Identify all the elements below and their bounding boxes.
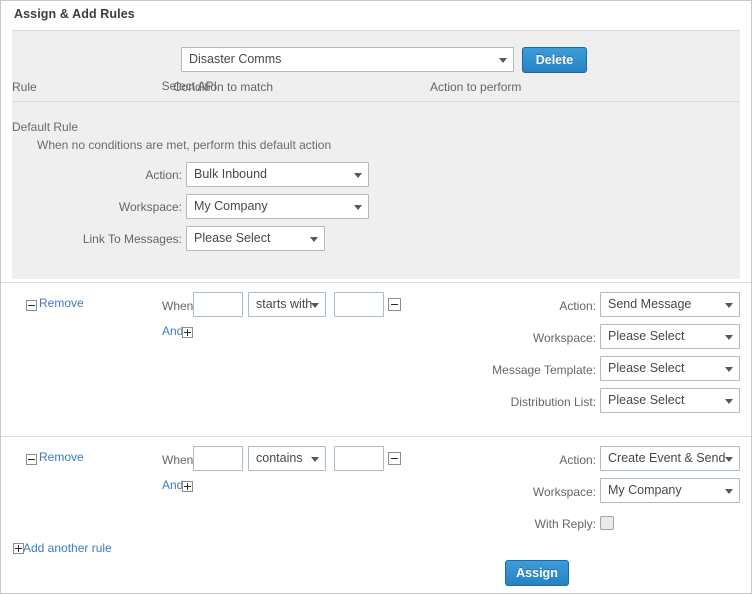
default-workspace-value: My Company (194, 199, 268, 213)
default-workspace-dropdown[interactable]: My Company (186, 194, 369, 219)
rule-2-workspace-value: My Company (608, 483, 682, 497)
rule-2-workspace-dropdown[interactable]: My Company (600, 478, 740, 503)
select-api-value: Disaster Comms (189, 52, 282, 66)
rule-2-with-reply-label: With Reply: (534, 517, 596, 531)
select-api-dropdown[interactable]: Disaster Comms (181, 47, 514, 72)
default-action-value: Bulk Inbound (194, 167, 267, 181)
page-title: Assign & Add Rules (14, 7, 135, 21)
chevron-down-icon (725, 366, 733, 372)
rule-2-action-dropdown[interactable]: Create Event & Send (600, 446, 740, 471)
rule-2-when-label: When (162, 453, 194, 467)
rule-1-operator-dropdown[interactable]: starts with (248, 292, 326, 317)
rule-row-2: Remove When contains And Action: Create … (1, 436, 751, 537)
rule-1-message-template-value: Please Select (608, 361, 685, 375)
rule-1-match-input[interactable] (334, 292, 384, 317)
delete-button[interactable]: Delete (522, 47, 587, 73)
rule-1-and-link[interactable]: And (162, 324, 183, 338)
default-link-to-messages-label: Link To Messages: (82, 232, 182, 246)
remove-condition-rule-2-icon[interactable] (388, 452, 401, 465)
rule-2-action-value: Create Event & Send (608, 451, 726, 465)
chevron-down-icon (310, 236, 318, 242)
chevron-down-icon (499, 57, 507, 63)
chevron-down-icon (725, 488, 733, 494)
default-rule-description: When no conditions are met, perform this… (37, 138, 332, 152)
remove-rule-1-link[interactable]: Remove (39, 296, 84, 310)
collapse-rule-2-icon[interactable] (26, 454, 37, 465)
rule-1-action-value: Send Message (608, 297, 692, 311)
chevron-down-icon (725, 456, 733, 462)
default-link-to-messages-dropdown[interactable]: Please Select (186, 226, 325, 251)
rule-1-action-dropdown[interactable]: Send Message (600, 292, 740, 317)
chevron-down-icon (725, 302, 733, 308)
rule-1-distribution-list-value: Please Select (608, 393, 685, 407)
rule-1-distribution-list-label: Distribution List: (510, 395, 596, 409)
rule-1-workspace-dropdown[interactable]: Please Select (600, 324, 740, 349)
remove-rule-2-link[interactable]: Remove (39, 450, 84, 464)
rule-1-operator-value: starts with (256, 297, 313, 311)
chevron-down-icon (354, 204, 362, 210)
rule-2-workspace-label: Workspace: (532, 485, 596, 499)
rule-1-workspace-label: Workspace: (532, 331, 596, 345)
add-condition-rule-1-icon[interactable] (182, 327, 193, 338)
chevron-down-icon (354, 172, 362, 178)
rule-2-operator-value: contains (256, 451, 303, 465)
default-rule-heading: Default Rule (12, 120, 79, 134)
rule-1-message-template-dropdown[interactable]: Please Select (600, 356, 740, 381)
api-and-default-rule-panel: Select API Disaster Comms Delete Rule Co… (12, 30, 740, 279)
chevron-down-icon (311, 302, 319, 308)
rule-1-message-template-label: Message Template: (492, 363, 596, 377)
remove-condition-rule-1-icon[interactable] (388, 298, 401, 311)
collapse-rule-1-icon[interactable] (26, 300, 37, 311)
rule-1-action-label: Action: (559, 299, 596, 313)
column-header-condition: Condition to match (173, 80, 274, 94)
rule-row-1: Remove When starts with And Action: Send… (1, 282, 751, 437)
rule-2-operator-dropdown[interactable]: contains (248, 446, 326, 471)
rule-2-match-input[interactable] (334, 446, 384, 471)
default-workspace-label: Workspace: (118, 200, 182, 214)
chevron-down-icon (311, 456, 319, 462)
rule-1-distribution-list-dropdown[interactable]: Please Select (600, 388, 740, 413)
rule-2-action-label: Action: (559, 453, 596, 467)
default-action-label: Action: (145, 168, 182, 182)
rule-2-field-input[interactable] (193, 446, 243, 471)
rule-2-and-link[interactable]: And (162, 478, 183, 492)
default-link-to-messages-value: Please Select (194, 231, 271, 245)
chevron-down-icon (725, 334, 733, 340)
column-header-rule: Rule (12, 80, 37, 94)
column-header-action: Action to perform (430, 80, 522, 94)
add-another-rule-link[interactable]: Add another rule (23, 541, 112, 555)
chevron-down-icon (725, 398, 733, 404)
assign-add-rules-page: Assign & Add Rules Select API Disaster C… (0, 0, 752, 594)
panel-divider (12, 101, 740, 102)
rule-1-workspace-value: Please Select (608, 329, 685, 343)
add-condition-rule-2-icon[interactable] (182, 481, 193, 492)
rule-1-field-input[interactable] (193, 292, 243, 317)
assign-button[interactable]: Assign (505, 560, 569, 586)
rule-2-with-reply-checkbox[interactable] (600, 516, 614, 530)
rule-1-when-label: When (162, 299, 194, 313)
default-action-dropdown[interactable]: Bulk Inbound (186, 162, 369, 187)
